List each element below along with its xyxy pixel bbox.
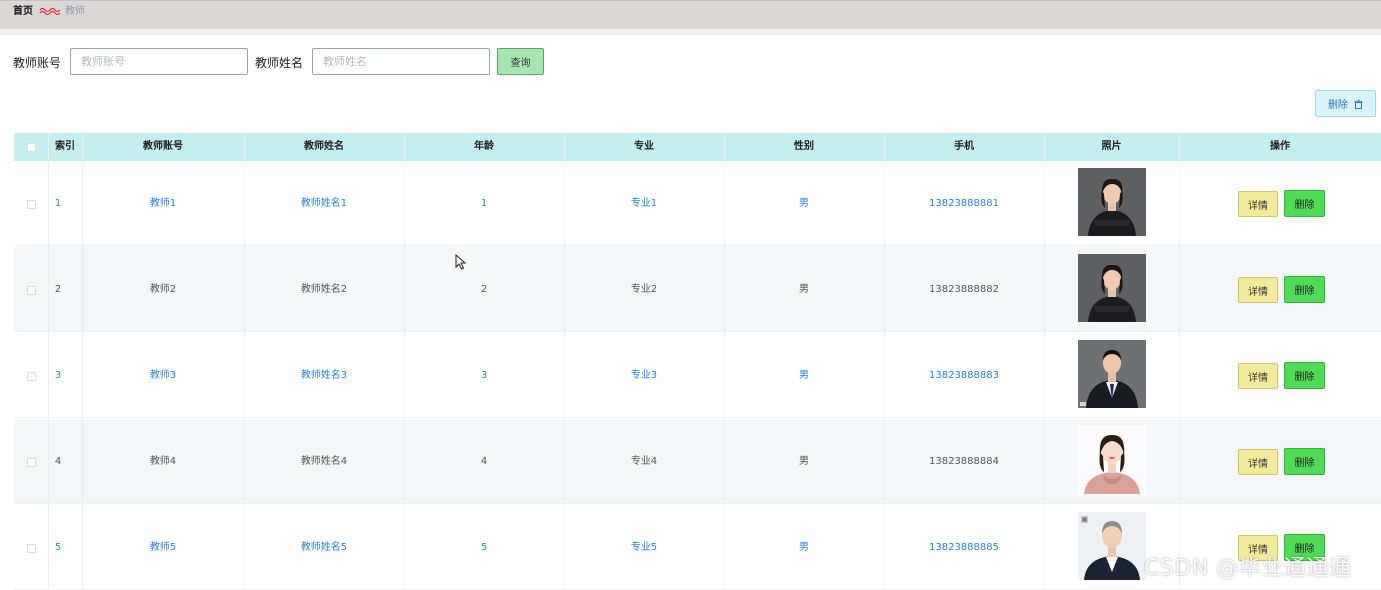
cell-age: 1: [480, 198, 488, 209]
column-divider: [244, 133, 245, 589]
teacher-photo: [1078, 168, 1146, 236]
cell-name: 教师姓名3: [300, 370, 348, 381]
delete-button[interactable]: 删除: [1284, 448, 1325, 475]
teacher-photo: [1078, 340, 1146, 408]
delete-button[interactable]: 删除: [1284, 190, 1325, 217]
cell-age: 4: [480, 456, 488, 467]
column-divider: [884, 133, 885, 589]
col-header-name: 教师姓名: [304, 141, 344, 152]
table-row: 2 教师2 教师姓名2 2 专业2 男 13823888882 详情 删除: [14, 247, 1381, 332]
cell-gender: 男: [799, 542, 809, 553]
cell-phone: 13823888882: [929, 284, 999, 295]
column-divider: [82, 133, 83, 589]
mouse-cursor-icon: [455, 254, 467, 270]
column-divider: [1179, 133, 1180, 589]
select-all-checkbox[interactable]: [27, 143, 36, 152]
table-header: 索引 教师账号 教师姓名 年龄 专业 性别 手机 照片 操作: [14, 133, 1381, 161]
column-divider: [564, 133, 565, 589]
delete-button[interactable]: 删除: [1284, 276, 1325, 303]
cell-age: 3: [480, 370, 488, 381]
col-header-index: 索引: [55, 141, 75, 152]
row-checkbox[interactable]: [27, 200, 36, 209]
col-header-major: 专业: [634, 141, 654, 152]
teacher-photo: [1078, 512, 1146, 580]
detail-button[interactable]: 详情: [1238, 363, 1278, 389]
batch-delete-label: 删除: [1327, 100, 1348, 111]
row-checkbox[interactable]: [27, 286, 36, 295]
cell-name: 教师姓名4: [300, 456, 348, 467]
cell-index: 3: [54, 370, 62, 381]
table-row: 1 教师1 教师姓名1 1 专业1 男 13823888881 详情 删除: [14, 161, 1381, 246]
cell-account: 教师4: [149, 456, 177, 467]
breadcrumb-current: 教师: [65, 6, 85, 17]
cell-major: 专业4: [630, 456, 658, 467]
col-header-age: 年龄: [474, 141, 494, 152]
cell-phone: 13823888883: [929, 370, 999, 381]
cell-phone: 13823888885: [929, 542, 999, 553]
breadcrumb-separator-icon: [39, 7, 61, 16]
top-bar: 首页 教师: [0, 0, 1381, 29]
cell-major: 专业5: [630, 542, 658, 553]
cell-account: 教师3: [149, 370, 177, 381]
cell-gender: 男: [799, 198, 809, 209]
cell-name: 教师姓名1: [300, 198, 348, 209]
cell-index: 2: [54, 284, 62, 295]
col-header-photo: 照片: [1101, 141, 1122, 152]
column-divider: [48, 133, 49, 589]
cell-account: 教师5: [149, 542, 177, 553]
batch-delete-button[interactable]: 删除: [1315, 90, 1376, 117]
cell-age: 5: [480, 542, 488, 553]
delete-button[interactable]: 删除: [1284, 362, 1325, 389]
cell-phone: 13823888884: [929, 456, 999, 467]
teacher-photo: [1078, 426, 1146, 494]
detail-button[interactable]: 详情: [1238, 449, 1278, 475]
cell-gender: 男: [799, 370, 809, 381]
row-checkbox[interactable]: [27, 458, 36, 467]
table-row: 4 教师4 教师姓名4 4 专业4 男 13823888884 详情 删除: [14, 419, 1381, 504]
row-checkbox[interactable]: [27, 544, 36, 553]
cell-gender: 男: [799, 284, 809, 295]
cell-account: 教师2: [149, 284, 177, 295]
col-header-account: 教师账号: [143, 141, 183, 152]
trash-icon: [1354, 100, 1363, 109]
cell-phone: 13823888881: [929, 198, 999, 209]
detail-button[interactable]: 详情: [1238, 191, 1278, 217]
column-divider: [404, 133, 405, 589]
col-header-gender: 性别: [794, 141, 814, 152]
cell-index: 1: [54, 198, 62, 209]
column-divider: [724, 133, 725, 589]
watermark: CSDN @毕业通通通: [1144, 556, 1352, 581]
cell-major: 专业1: [630, 198, 658, 209]
cell-major: 专业3: [630, 370, 658, 381]
cell-gender: 男: [799, 456, 809, 467]
teacher-photo: [1078, 254, 1146, 322]
query-button[interactable]: 查询: [497, 48, 544, 75]
name-search-label: 教师姓名: [255, 56, 304, 70]
cell-age: 2: [480, 284, 488, 295]
row-checkbox[interactable]: [27, 372, 36, 381]
name-search-input[interactable]: [312, 48, 490, 75]
cell-index: 5: [54, 542, 62, 553]
cell-account: 教师1: [149, 198, 177, 209]
cell-name: 教师姓名2: [300, 284, 348, 295]
top-bar-shadow: [0, 29, 1381, 35]
cell-major: 专业2: [630, 284, 658, 295]
col-header-actions: 操作: [1270, 141, 1290, 152]
detail-button[interactable]: 详情: [1238, 277, 1278, 303]
col-header-phone: 手机: [954, 141, 974, 152]
table-row: 3 教师3 教师姓名3 3 专业3 男 13823888883 详情 删除: [14, 333, 1381, 418]
cell-name: 教师姓名5: [300, 542, 348, 553]
cell-index: 4: [54, 456, 62, 467]
account-search-label: 教师账号: [13, 56, 62, 70]
breadcrumb-home[interactable]: 首页: [13, 6, 33, 18]
column-divider: [1044, 133, 1045, 589]
account-search-input[interactable]: [70, 48, 248, 75]
